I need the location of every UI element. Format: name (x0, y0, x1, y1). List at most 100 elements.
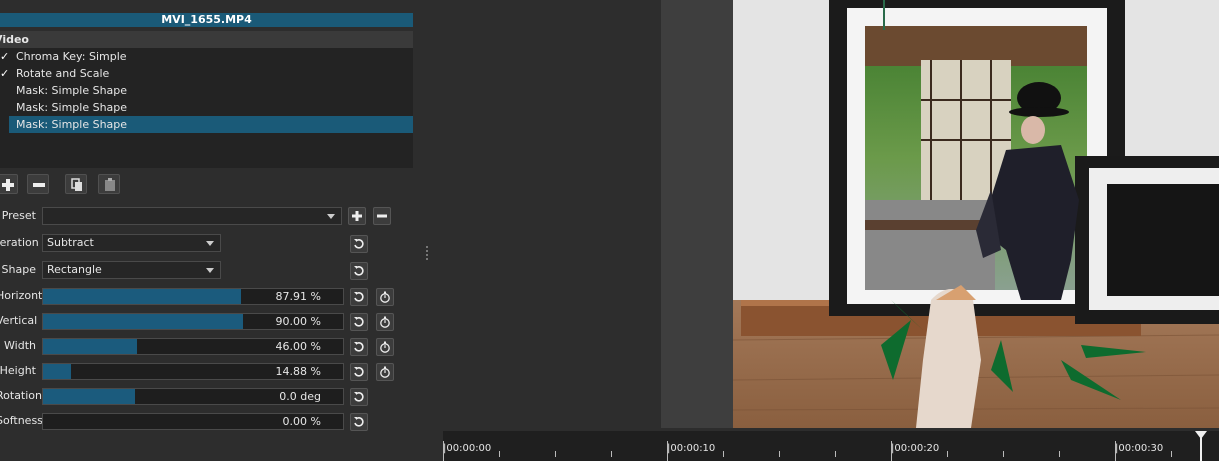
reset-button[interactable] (350, 288, 368, 306)
stopwatch-icon (380, 316, 390, 328)
slider-height[interactable]: 14.88 % (42, 363, 344, 380)
filter-item-rotate-scale[interactable]: ✓ Rotate and Scale (0, 65, 413, 82)
save-preset-button[interactable] (348, 207, 366, 225)
timeline-time-label: |00:00:20 (891, 443, 940, 454)
timeline-tick (723, 451, 724, 457)
slider-value: 14.88 % (275, 365, 321, 378)
stopwatch-icon (380, 341, 390, 353)
reset-icon (354, 317, 364, 327)
filter-item-label: Mask: Simple Shape (16, 101, 128, 114)
checkmark-icon[interactable]: ✓ (0, 48, 9, 65)
reset-button[interactable] (350, 388, 368, 406)
playhead-icon[interactable] (1193, 431, 1209, 461)
slider-value: 0.0 deg (279, 390, 321, 403)
minus-icon (377, 214, 387, 218)
timeline-tick (1115, 441, 1116, 461)
reset-icon (354, 417, 364, 427)
preset-label: Preset (1, 209, 36, 222)
operation-reset-button[interactable] (350, 235, 368, 253)
preset-select[interactable] (42, 207, 342, 225)
keyframe-button[interactable] (376, 363, 394, 381)
timeline-tick (891, 441, 892, 461)
minus-icon (33, 183, 45, 187)
slider-label: Softness (0, 414, 43, 427)
operation-label: Operation (0, 236, 39, 249)
reset-icon (354, 292, 364, 302)
clip-title: MVI_1655.MP4 (0, 13, 413, 27)
add-filter-button[interactable] (0, 174, 18, 194)
timeline-time-label: |00:00:00 (443, 443, 492, 454)
shape-select[interactable]: Rectangle (42, 261, 221, 279)
copy-icon (71, 178, 82, 191)
panel-splitter[interactable] (426, 246, 429, 264)
timeline-time-label: |00:00:10 (667, 443, 716, 454)
checkmark-icon[interactable]: ✓ (0, 65, 9, 82)
slider-softness[interactable]: 0.00 % (42, 413, 344, 430)
chevron-down-icon (327, 214, 335, 219)
slider-value: 46.00 % (275, 340, 321, 353)
timeline-tick (611, 451, 612, 457)
stopwatch-icon (380, 366, 390, 378)
slider-fill (43, 314, 243, 329)
timeline-tick (835, 451, 836, 457)
reset-icon (354, 266, 364, 276)
reset-icon (354, 239, 364, 249)
remove-filter-button[interactable] (27, 174, 49, 194)
slider-value: 87.91 % (275, 290, 321, 303)
timeline-tick (1171, 451, 1172, 457)
filter-item-label: Chroma Key: Simple (16, 50, 127, 63)
timeline-tick (1003, 451, 1004, 457)
operation-value: Subtract (47, 236, 94, 249)
slider-label: Height (0, 364, 36, 377)
reset-button[interactable] (350, 363, 368, 381)
reset-icon (354, 392, 364, 402)
filter-item-mask-2[interactable]: Mask: Simple Shape (0, 99, 413, 116)
reset-icon (354, 367, 364, 377)
reset-button[interactable] (350, 338, 368, 356)
slider-fill (43, 389, 136, 404)
filter-item-mask-1[interactable]: Mask: Simple Shape (0, 82, 413, 99)
operation-select[interactable]: Subtract (42, 234, 221, 252)
plus-icon (2, 179, 14, 191)
reset-button[interactable] (350, 313, 368, 331)
timeline-tick (1059, 451, 1060, 457)
keyframe-button[interactable] (376, 313, 394, 331)
chevron-down-icon (206, 241, 214, 246)
filter-item-mask-3-selected[interactable]: Mask: Simple Shape (9, 116, 413, 133)
copy-filters-button[interactable] (65, 174, 87, 194)
filters-panel: MVI_1655.MP4 Video ✓ Chroma Key: Simple … (0, 0, 420, 461)
keyframe-button[interactable] (376, 288, 394, 306)
keyframe-button[interactable] (376, 338, 394, 356)
stopwatch-icon (380, 291, 390, 303)
timeline-tick (499, 451, 500, 457)
filter-item-chroma-key[interactable]: ✓ Chroma Key: Simple (0, 48, 413, 65)
slider-value: 90.00 % (275, 315, 321, 328)
filter-item-label: Mask: Simple Shape (16, 118, 128, 131)
timeline-tick (667, 441, 668, 461)
timeline-tick (555, 451, 556, 457)
slider-fill (43, 339, 138, 354)
shape-reset-button[interactable] (350, 262, 368, 280)
timeline-ruler[interactable]: |00:00:00 |00:00:10 |00:00:20 |00:00:30 (443, 431, 1219, 461)
shape-label: Shape (1, 263, 36, 276)
paste-icon (105, 178, 115, 191)
slider-label: Width (4, 339, 36, 352)
reset-button[interactable] (350, 413, 368, 431)
video-frame-image (661, 0, 1219, 428)
slider-horizontal[interactable]: 87.91 % (42, 288, 344, 305)
slider-rotation[interactable]: 0.0 deg (42, 388, 344, 405)
slider-vertical[interactable]: 90.00 % (42, 313, 344, 330)
slider-width[interactable]: 46.00 % (42, 338, 344, 355)
video-preview (661, 0, 1219, 428)
paste-filters-button[interactable] (98, 174, 120, 194)
timeline-tick (443, 441, 444, 461)
filter-group-video: Video (0, 31, 413, 48)
filter-item-label: Mask: Simple Shape (16, 84, 128, 97)
delete-preset-button[interactable] (373, 207, 391, 225)
slider-label: Horizontal (0, 289, 53, 302)
chevron-down-icon (206, 268, 214, 273)
slider-fill (43, 364, 71, 379)
filter-list[interactable]: Video ✓ Chroma Key: Simple ✓ Rotate and … (0, 31, 413, 168)
timeline-tick (779, 451, 780, 457)
slider-label: Rotation (0, 389, 43, 402)
